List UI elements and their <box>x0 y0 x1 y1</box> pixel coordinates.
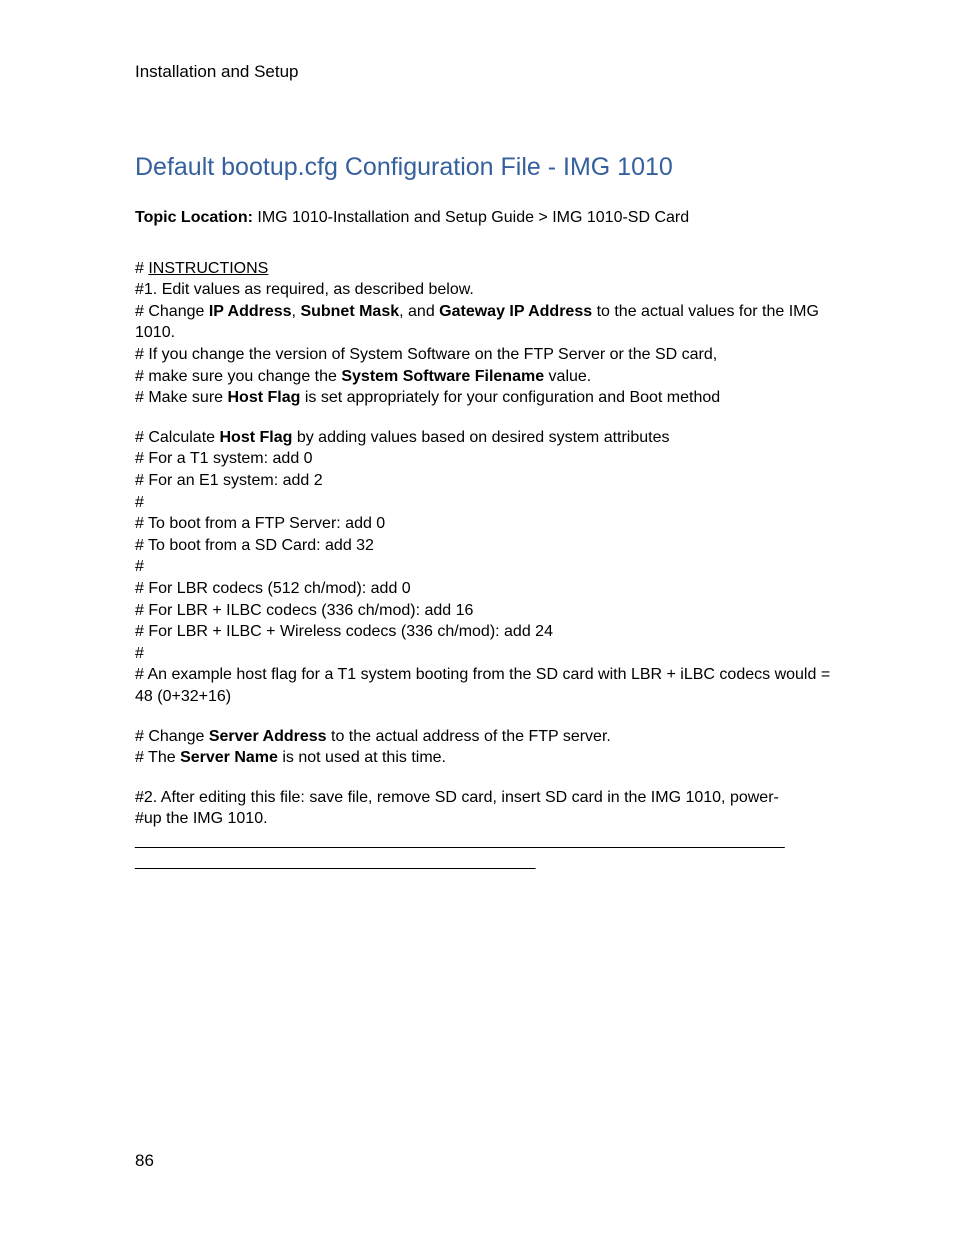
body-line: # <box>135 556 836 578</box>
body-line: # For LBR + ILBC codecs (336 ch/mod): ad… <box>135 600 836 622</box>
instructions-line: # INSTRUCTIONS <box>135 258 836 280</box>
body-line: # <box>135 492 836 514</box>
topic-location-label: Topic Location: <box>135 209 253 226</box>
instructions-label: INSTRUCTIONS <box>148 260 268 277</box>
body-line: # <box>135 643 836 665</box>
topic-location: Topic Location: IMG 1010-Installation an… <box>135 207 836 229</box>
body-line: # Change IP Address, Subnet Mask, and Ga… <box>135 301 836 344</box>
running-head: Installation and Setup <box>135 62 836 82</box>
page: Installation and Setup Default bootup.cf… <box>0 0 954 1235</box>
page-number: 86 <box>135 1151 154 1171</box>
body-line: # Make sure Host Flag is set appropriate… <box>135 387 836 409</box>
body-line: # Calculate Host Flag by adding values b… <box>135 427 836 449</box>
page-title: Default bootup.cfg Configuration File - … <box>135 152 836 183</box>
body-line: #1. Edit values as required, as describe… <box>135 279 836 301</box>
body-line: # An example host flag for a T1 system b… <box>135 664 836 707</box>
body-line: # To boot from a SD Card: add 32 <box>135 535 836 557</box>
body-line: # For LBR + ILBC + Wireless codecs (336 … <box>135 621 836 643</box>
topic-location-value: IMG 1010-Installation and Setup Guide > … <box>253 209 689 226</box>
rule-line: ________________________________________… <box>135 830 836 852</box>
body-text: # INSTRUCTIONS #1. Edit values as requir… <box>135 258 836 873</box>
body-line: # Change Server Address to the actual ad… <box>135 726 836 748</box>
body-line: # The Server Name is not used at this ti… <box>135 747 836 769</box>
rule-line: ________________________________________… <box>135 851 836 873</box>
body-line: # If you change the version of System So… <box>135 344 836 366</box>
body-line: # For an E1 system: add 2 <box>135 470 836 492</box>
body-line: # For a T1 system: add 0 <box>135 448 836 470</box>
body-line: #up the IMG 1010. <box>135 808 836 830</box>
body-line: # To boot from a FTP Server: add 0 <box>135 513 836 535</box>
body-line: #2. After editing this file: save file, … <box>135 787 836 809</box>
body-line: # For LBR codecs (512 ch/mod): add 0 <box>135 578 836 600</box>
body-line: # make sure you change the System Softwa… <box>135 366 836 388</box>
